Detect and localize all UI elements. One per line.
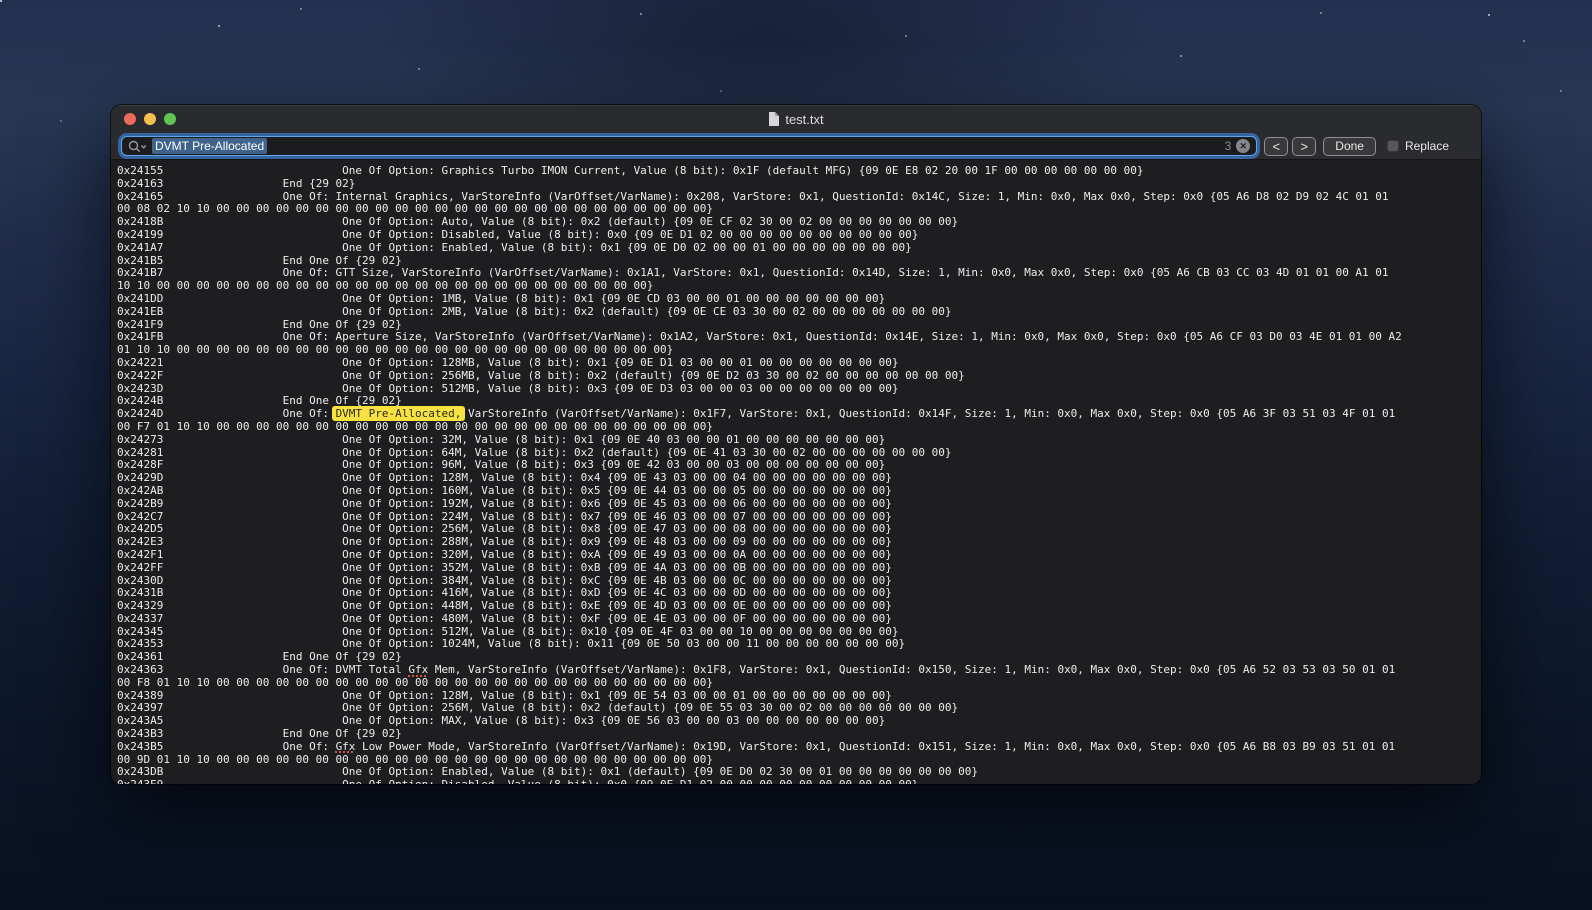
editor-line: 0x24221 One Of Option: 128MB, Value (8 b…: [117, 357, 1481, 370]
textedit-window: test.txt DVMT Pre-Allocated 3 ✕ < > Done: [111, 105, 1481, 784]
editor-line: 0x2429D One Of Option: 128M, Value (8 bi…: [117, 472, 1481, 485]
find-previous-button[interactable]: <: [1264, 137, 1288, 156]
editor-line: 0x2422F One Of Option: 256MB, Value (8 b…: [117, 370, 1481, 383]
search-match-highlight: DVMT Pre-Allocated,: [332, 406, 466, 421]
minimize-button[interactable]: [144, 113, 156, 125]
editor-line: 0x241A7 One Of Option: Enabled, Value (8…: [117, 242, 1481, 255]
done-button[interactable]: Done: [1323, 137, 1376, 156]
desktop-wallpaper: test.txt DVMT Pre-Allocated 3 ✕ < > Done: [0, 0, 1592, 910]
editor-line: 0x24329 One Of Option: 448M, Value (8 bi…: [117, 600, 1481, 613]
find-next-button[interactable]: >: [1292, 137, 1316, 156]
editor-line: 0x24199 One Of Option: Disabled, Value (…: [117, 229, 1481, 242]
editor-line: 0x24163 End {29 02}: [117, 178, 1481, 191]
replace-checkbox[interactable]: [1387, 140, 1399, 152]
editor-line: 0x243B3 End One Of {29 02}: [117, 728, 1481, 741]
editor-line: 0x242AB One Of Option: 160M, Value (8 bi…: [117, 485, 1481, 498]
text-editor-content[interactable]: 0x24155 One Of Option: Graphics Turbo IM…: [111, 160, 1481, 784]
zoom-button[interactable]: [164, 113, 176, 125]
clear-search-button[interactable]: ✕: [1236, 139, 1250, 153]
editor-line: 0x24155 One Of Option: Graphics Turbo IM…: [117, 165, 1481, 178]
editor-line: 00 F8 01 10 10 00 00 00 00 00 00 00 00 0…: [117, 677, 1481, 690]
editor-line: 0x242E3 One Of Option: 288M, Value (8 bi…: [117, 536, 1481, 549]
match-count: 3: [1225, 139, 1232, 153]
editor-line: 0x24363 One Of: DVMT Total Gfx Mem, VarS…: [117, 664, 1481, 677]
editor-line: 0x243E9 One Of Option: Disabled, Value (…: [117, 779, 1481, 784]
editor-line: 0x242B9 One Of Option: 192M, Value (8 bi…: [117, 498, 1481, 511]
search-input-value[interactable]: DVMT Pre-Allocated: [152, 138, 267, 154]
editor-line: 0x24337 One Of Option: 480M, Value (8 bi…: [117, 613, 1481, 626]
traffic-lights: [124, 113, 176, 125]
editor-line: 0x241DD One Of Option: 1MB, Value (8 bit…: [117, 293, 1481, 306]
document-icon: [768, 112, 779, 126]
editor-line: 0x24273 One Of Option: 32M, Value (8 bit…: [117, 434, 1481, 447]
replace-label[interactable]: Replace: [1405, 139, 1449, 153]
misspelled-word: Gfx: [408, 663, 428, 676]
editor-line: 0x243B5 One Of: Gfx Low Power Mode, VarS…: [117, 741, 1481, 754]
editor-line: 00 F7 01 10 10 00 00 00 00 00 00 00 00 0…: [117, 421, 1481, 434]
search-icon[interactable]: [128, 140, 147, 153]
window-title-area: test.txt: [111, 105, 1481, 133]
close-button[interactable]: [124, 113, 136, 125]
window-title: test.txt: [785, 112, 823, 127]
replace-control: Replace: [1387, 139, 1449, 153]
search-field[interactable]: DVMT Pre-Allocated 3 ✕: [121, 136, 1257, 156]
editor-line: 0x241EB One Of Option: 2MB, Value (8 bit…: [117, 306, 1481, 319]
window-titlebar[interactable]: test.txt: [111, 105, 1481, 133]
find-navigation: < >: [1264, 137, 1316, 156]
editor-line: 0x242FF One Of Option: 352M, Value (8 bi…: [117, 562, 1481, 575]
find-bar: DVMT Pre-Allocated 3 ✕ < > Done Replace: [111, 133, 1481, 160]
misspelled-word: Gfx: [336, 740, 356, 753]
editor-line: 0x242F1 One Of Option: 320M, Value (8 bi…: [117, 549, 1481, 562]
